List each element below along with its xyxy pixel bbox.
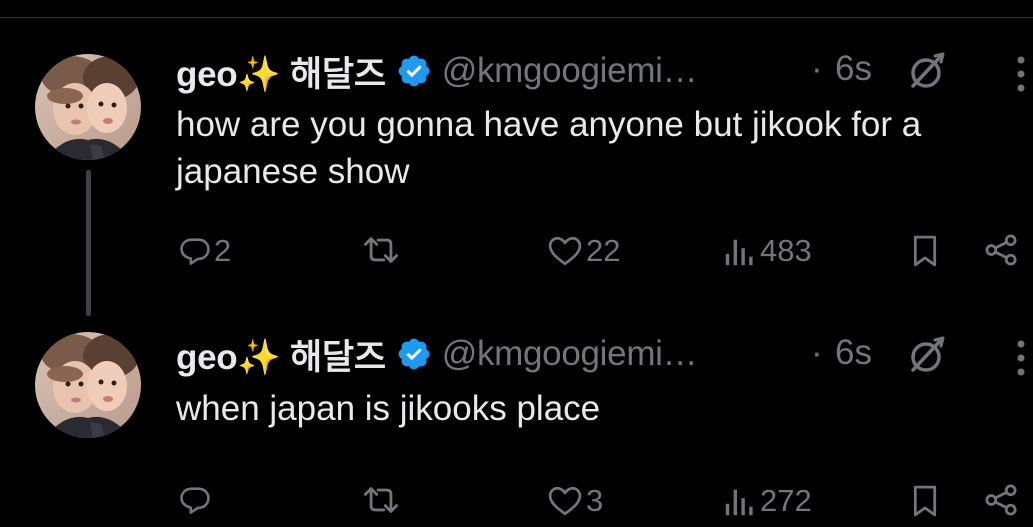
verified-badge-icon <box>396 336 432 372</box>
like-icon <box>548 486 582 516</box>
bookmark-button[interactable] <box>908 483 942 519</box>
avatar-photo <box>35 54 141 160</box>
like-icon <box>548 236 582 266</box>
view-count: 483 <box>760 233 812 268</box>
display-name[interactable]: geo✨ 해달즈 <box>176 329 386 380</box>
thread-connector-line <box>86 170 91 316</box>
views-icon <box>725 239 753 266</box>
share-icon <box>985 484 1017 516</box>
retweet-icon <box>364 237 398 263</box>
like-button[interactable]: 3 <box>546 483 603 519</box>
share-icon <box>985 234 1017 266</box>
like-button[interactable]: 22 <box>546 233 620 269</box>
separator-dot: · <box>811 333 823 372</box>
more-options-icon[interactable] <box>1016 336 1026 380</box>
timestamp[interactable]: 6s <box>835 333 872 373</box>
bookmark-button[interactable] <box>908 233 942 269</box>
views-button[interactable]: 272 <box>722 483 812 519</box>
view-count: 272 <box>760 483 812 518</box>
tweet-header: geo✨ 해달즈 @kmgoogiemi… <box>176 329 698 380</box>
retweet-icon <box>364 487 398 513</box>
views-icon <box>725 489 753 516</box>
bookmark-icon <box>913 235 937 267</box>
share-button[interactable] <box>983 233 1019 267</box>
more-options-icon[interactable] <box>1016 52 1026 96</box>
like-count: 22 <box>586 233 621 268</box>
reply-count: 2 <box>214 233 232 268</box>
avatar-photo <box>35 332 141 438</box>
avatar[interactable] <box>35 332 141 438</box>
tweet-header: geo✨ 해달즈 @kmgoogiemi… <box>176 46 698 97</box>
like-count: 3 <box>586 483 604 518</box>
verified-badge-icon <box>396 53 432 89</box>
user-handle[interactable]: @kmgoogiemi… <box>442 334 698 374</box>
tweet-text: when japan is jikooks place <box>176 389 601 428</box>
reply-icon <box>180 487 210 514</box>
avatar[interactable] <box>35 54 141 160</box>
reply-button[interactable] <box>178 483 214 517</box>
views-button[interactable]: 483 <box>722 233 812 269</box>
separator-dot: · <box>811 49 823 88</box>
timestamp[interactable]: 6s <box>835 49 872 89</box>
reply-button[interactable]: 2 <box>178 233 231 269</box>
retweet-button[interactable] <box>359 483 405 517</box>
tweet-text: how are you gonna have anyone but jikook… <box>176 105 922 191</box>
display-name[interactable]: geo✨ 해달즈 <box>176 46 386 97</box>
grok-icon[interactable] <box>905 334 949 378</box>
bookmark-icon <box>913 485 937 517</box>
top-divider <box>0 17 1033 18</box>
user-handle[interactable]: @kmgoogiemi… <box>442 51 698 91</box>
reply-icon <box>180 238 210 265</box>
retweet-button[interactable] <box>359 233 405 267</box>
grok-icon[interactable] <box>905 50 949 94</box>
share-button[interactable] <box>983 483 1019 517</box>
